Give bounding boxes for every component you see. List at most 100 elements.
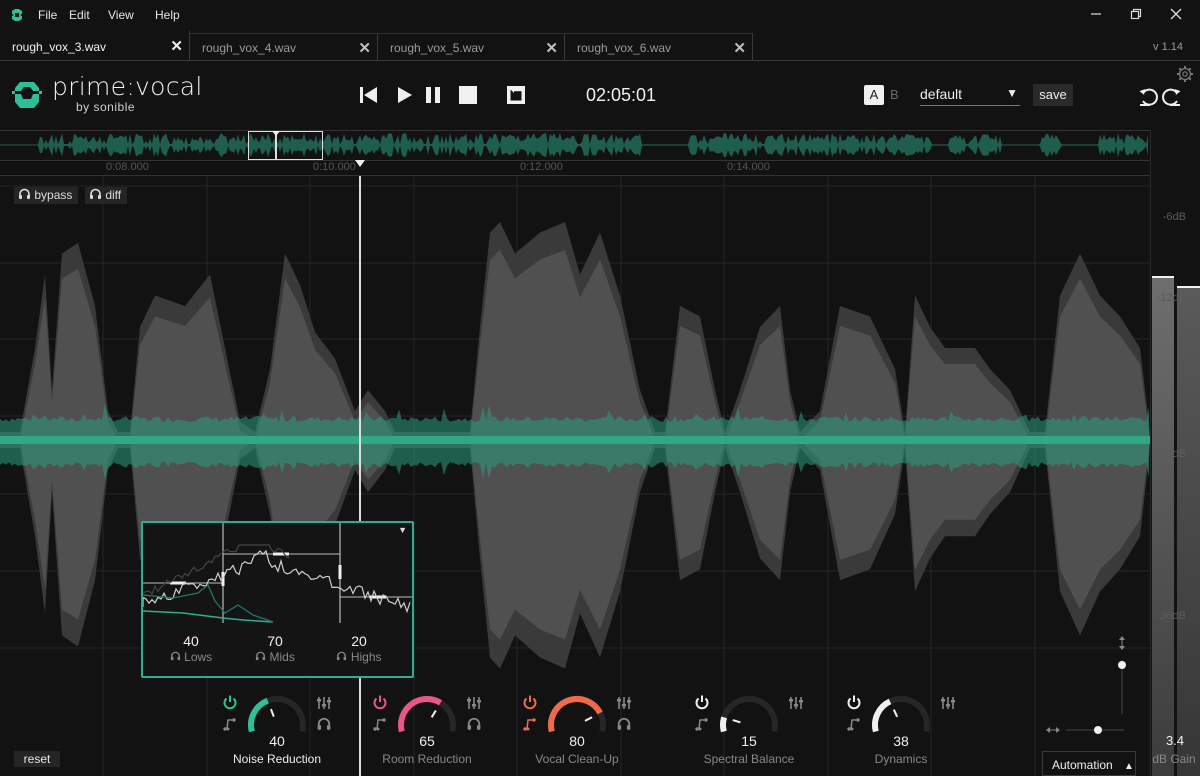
settings-sliders-icon[interactable] bbox=[616, 696, 632, 710]
close-window-icon[interactable] bbox=[1165, 5, 1187, 25]
diff-label: diff bbox=[105, 188, 122, 202]
knob-pointer bbox=[732, 719, 741, 724]
band-grid bbox=[143, 523, 412, 623]
product-name: prime:vocal bbox=[52, 72, 203, 101]
headphones-icon[interactable] bbox=[616, 717, 632, 731]
automation-curve-icon[interactable] bbox=[222, 716, 238, 732]
waveform-editor[interactable]: bypass diff bbox=[0, 176, 1150, 776]
playhead-line[interactable] bbox=[359, 176, 361, 776]
settings-sliders-icon[interactable] bbox=[788, 696, 804, 710]
app-logo-icon bbox=[12, 9, 22, 21]
tab-rough-vox-6[interactable]: rough_vox_6.wav ✕ bbox=[565, 33, 753, 61]
automation-curve-icon[interactable] bbox=[372, 716, 388, 732]
menu-view[interactable]: View bbox=[108, 8, 134, 22]
automation-curve-icon[interactable] bbox=[846, 716, 862, 732]
loop-icon[interactable] bbox=[505, 84, 527, 106]
menu-help[interactable]: Help bbox=[155, 8, 180, 22]
module-name: Vocal Clean-Up bbox=[535, 752, 619, 766]
automation-curve-icon[interactable] bbox=[694, 716, 710, 732]
module-value: 65 bbox=[419, 733, 435, 749]
spectrum-graphic bbox=[143, 523, 412, 623]
undo-icon[interactable] bbox=[1138, 86, 1160, 108]
band-highs-solo[interactable]: Highs bbox=[319, 650, 399, 664]
overview-playhead-marker-icon bbox=[272, 131, 280, 136]
time-ruler[interactable]: 0:08.000 0:10.000 0:12.000 0:14.000 bbox=[0, 161, 1150, 176]
menu-file[interactable]: File bbox=[38, 8, 57, 22]
pause-icon[interactable] bbox=[423, 84, 445, 106]
ab-slot-b[interactable]: B bbox=[890, 87, 899, 102]
band-crossover-handle[interactable] bbox=[338, 565, 342, 579]
power-icon[interactable] bbox=[522, 694, 538, 710]
preset-dropdown[interactable]: default ▼ bbox=[920, 84, 1020, 106]
vertical-slider-thumb[interactable] bbox=[1118, 661, 1126, 669]
tab-label: rough_vox_4.wav bbox=[202, 41, 297, 55]
module-value: 15 bbox=[741, 733, 757, 749]
module-name: Noise Reduction bbox=[232, 752, 322, 766]
gain-label: dB Gain bbox=[1152, 752, 1196, 766]
meter-bar-left bbox=[1152, 278, 1174, 776]
minimize-icon[interactable] bbox=[1085, 5, 1107, 25]
headphones-icon bbox=[337, 651, 347, 661]
popup-menu-arrow-icon[interactable]: ▼ bbox=[398, 525, 407, 535]
knob-pointer bbox=[430, 709, 437, 718]
automation-button[interactable]: Automation ▲ bbox=[1042, 751, 1136, 776]
automation-curve-icon[interactable] bbox=[522, 716, 538, 732]
power-icon[interactable] bbox=[372, 694, 388, 710]
meter-peak-left bbox=[1152, 276, 1174, 278]
tab-rough-vox-5[interactable]: rough_vox_5.wav ✕ bbox=[378, 33, 565, 61]
plugin-header: prime:vocal by sonible 02:05:01 A B defa… bbox=[0, 62, 1200, 130]
save-preset-button[interactable]: save bbox=[1033, 84, 1073, 106]
band-lows-solo[interactable]: Lows bbox=[151, 650, 231, 664]
reset-button[interactable]: reset bbox=[14, 751, 60, 767]
tab-close-icon[interactable]: ✕ bbox=[545, 39, 558, 57]
menubar: File Edit View Help bbox=[0, 0, 1200, 31]
tab-rough-vox-4[interactable]: rough_vox_4.wav ✕ bbox=[190, 33, 378, 61]
horizontal-slider-thumb[interactable] bbox=[1094, 726, 1102, 734]
meter-peak-right bbox=[1177, 286, 1200, 288]
play-icon[interactable] bbox=[394, 84, 416, 106]
band-lows-label: Lows bbox=[184, 650, 213, 664]
knob-value-arc bbox=[720, 716, 728, 733]
band-gain-handle[interactable] bbox=[273, 552, 289, 556]
automation-label: Automation bbox=[1052, 758, 1113, 772]
module-name: Room Reduction bbox=[382, 752, 472, 766]
skip-to-start-icon[interactable] bbox=[358, 84, 380, 106]
tab-rough-vox-3[interactable]: rough_vox_3.wav ✕ bbox=[0, 31, 190, 61]
settings-sliders-icon[interactable] bbox=[316, 696, 332, 710]
power-icon[interactable] bbox=[846, 694, 862, 710]
power-icon[interactable] bbox=[222, 694, 238, 710]
diff-button[interactable]: diff bbox=[85, 187, 128, 204]
band-split-popup[interactable]: ▼ 40 Lows 70 Mids 20 Highs bbox=[141, 521, 414, 678]
power-icon[interactable] bbox=[694, 694, 710, 710]
redo-icon[interactable] bbox=[1160, 86, 1182, 108]
tab-close-icon[interactable]: ✕ bbox=[358, 39, 371, 57]
tab-close-icon[interactable]: ✕ bbox=[733, 39, 746, 57]
dropdown-arrow-icon: ▼ bbox=[1006, 86, 1018, 100]
module-name: Spectral Balance bbox=[703, 752, 795, 766]
settings-sliders-icon[interactable] bbox=[940, 696, 956, 710]
db-label: -12dB bbox=[1156, 292, 1186, 304]
bypass-button[interactable]: bypass bbox=[14, 187, 79, 204]
band-mids-solo[interactable]: Mids bbox=[235, 650, 315, 664]
overview-view-window[interactable] bbox=[248, 131, 323, 160]
stop-icon[interactable] bbox=[457, 84, 479, 106]
headphones-icon[interactable] bbox=[316, 717, 332, 731]
knob-pointer bbox=[270, 708, 275, 717]
settings-sliders-icon[interactable] bbox=[466, 696, 482, 710]
knob-value-arc bbox=[548, 696, 603, 733]
gain-value[interactable]: 3.4 bbox=[1155, 733, 1195, 748]
preset-value: default bbox=[920, 86, 963, 102]
headphones-icon[interactable] bbox=[466, 717, 482, 731]
prime-vocal-logo-icon bbox=[12, 82, 42, 108]
settings-gear-icon[interactable] bbox=[1176, 65, 1194, 83]
playhead-marker-icon[interactable] bbox=[355, 160, 365, 167]
band-mids-value: 70 bbox=[267, 633, 283, 649]
restore-icon[interactable] bbox=[1125, 5, 1147, 25]
overview-waveform[interactable] bbox=[0, 130, 1150, 161]
menu-edit[interactable]: Edit bbox=[69, 8, 90, 22]
knob-pointer bbox=[584, 716, 593, 722]
db-label: -36dB bbox=[1156, 610, 1186, 622]
tab-close-icon[interactable]: ✕ bbox=[170, 37, 183, 55]
ab-slot-a[interactable]: A bbox=[864, 85, 884, 105]
knob-value-arc bbox=[248, 697, 269, 733]
